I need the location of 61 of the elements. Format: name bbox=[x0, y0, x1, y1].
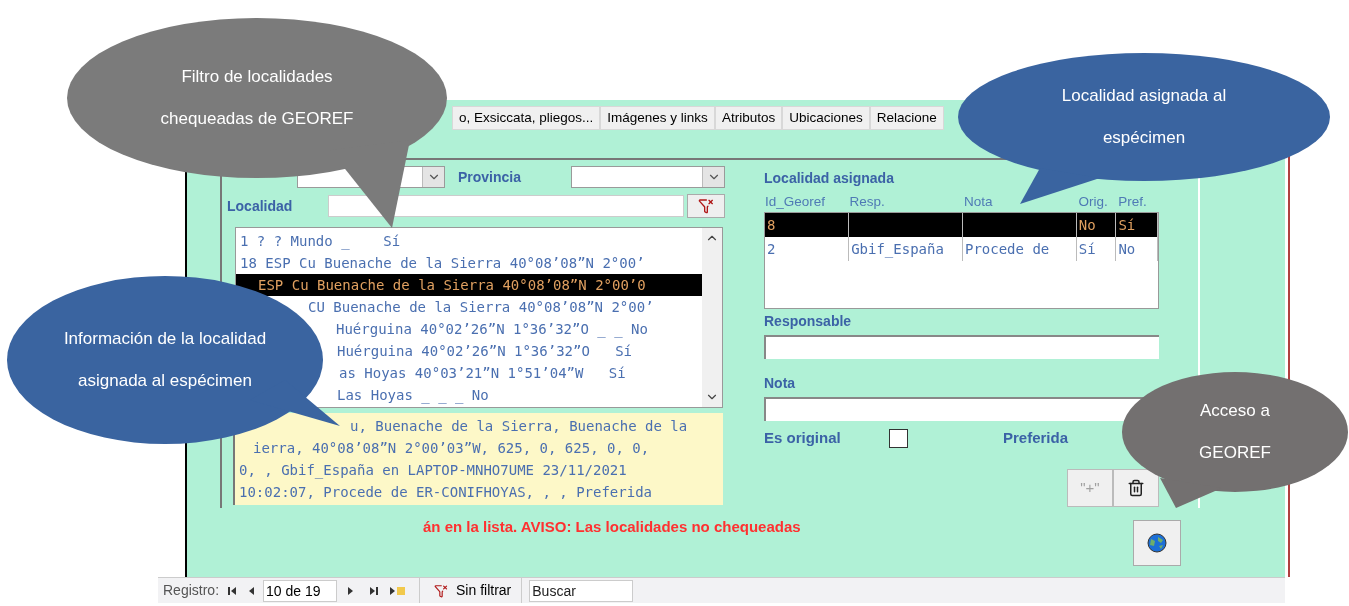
warning-text: án en la lista. AVISO: Las localidades no chequeadas bbox=[423, 517, 801, 537]
grid-cell: Sí bbox=[1116, 213, 1158, 238]
column-header: Id_Georef bbox=[764, 193, 827, 211]
globe-icon bbox=[1147, 533, 1167, 553]
dropdown-caret-icon bbox=[422, 167, 444, 187]
tab[interactable]: Relacione bbox=[869, 106, 944, 130]
callout-text: Acceso a GEOREF bbox=[1198, 400, 1272, 464]
column-header: Resp. bbox=[848, 193, 886, 211]
grid-cell: No bbox=[1076, 213, 1117, 238]
tab[interactable]: Ubicaciones bbox=[782, 106, 870, 130]
tab[interactable]: o, Exsiccata, pliegos... bbox=[452, 106, 601, 130]
filter-clear-icon bbox=[434, 583, 449, 598]
callout-text: Información de la localidad asignada al espécimen bbox=[62, 328, 268, 392]
previous-icon bbox=[247, 585, 256, 596]
record-label: Registro: bbox=[163, 581, 220, 600]
scrollbar[interactable] bbox=[702, 228, 722, 407]
grid-row[interactable]: 2 Gbif_España Procede de Sí No bbox=[765, 237, 1158, 262]
filter-clear-icon bbox=[698, 198, 714, 214]
grid-cell: No bbox=[1116, 237, 1158, 262]
info-line: u, Buenache de la Sierra, Buenache de la bbox=[349, 417, 689, 436]
preferred-label: Preferida bbox=[1003, 428, 1069, 448]
responsable-label: Responsable bbox=[764, 312, 853, 332]
first-icon bbox=[227, 585, 238, 596]
locality-list-item[interactable]: ESP Cu Buenache de la Sierra 40°08’08”N 2°00’0 bbox=[236, 274, 702, 296]
callout-text: Filtro de localidades chequeadas de GEOREF bbox=[159, 66, 355, 130]
delete-button[interactable] bbox=[1113, 469, 1159, 508]
info-line: ierra, 40°08’08”N 2°00’03”W, 625, 0, 625, 0, 0, bbox=[252, 439, 651, 458]
column-header: Nota bbox=[963, 193, 994, 211]
original-checkbox[interactable] bbox=[889, 428, 908, 448]
locality-input[interactable] bbox=[328, 195, 684, 217]
note-label: Nota bbox=[764, 374, 797, 394]
record-field[interactable]: 10 de 19 bbox=[263, 579, 338, 602]
clear-filter-button[interactable] bbox=[687, 194, 725, 218]
grid-cell: 2 bbox=[765, 237, 850, 262]
grid-cell: Sí bbox=[1076, 237, 1117, 262]
column-header: Pref. bbox=[1117, 193, 1148, 211]
locality-list-item[interactable]: 18 ESP Cu Buenache de la Sierra 40°08’08”N 2°00’ bbox=[236, 252, 702, 274]
new-record-icon bbox=[389, 585, 408, 596]
dropdown-field[interactable] bbox=[571, 166, 725, 188]
locality-list-item[interactable]: 1 ? ? Mundo _ Sí bbox=[236, 230, 702, 252]
province-label: Provincia bbox=[458, 167, 523, 187]
info-line: 0, , Gbif_España en LAPTOP-MNHO7UME 23/11/2021 bbox=[238, 461, 628, 481]
grid-cell: 8 bbox=[765, 213, 850, 238]
callout-text: Localidad asignada al espécimen bbox=[1060, 85, 1228, 149]
grid-cell: Gbif_España bbox=[849, 237, 963, 262]
column-header: Orig. bbox=[1077, 193, 1109, 211]
tab[interactable]: Imágenes y links bbox=[600, 106, 715, 130]
tab[interactable]: Atributos bbox=[714, 106, 783, 130]
original-label: Es original bbox=[764, 428, 842, 448]
locality-label: Localidad bbox=[226, 196, 294, 216]
search-field[interactable]: Buscar bbox=[529, 579, 634, 602]
grid-cell: Procede de bbox=[962, 237, 1077, 262]
grid-row[interactable]: 8 No Sí bbox=[765, 213, 1158, 238]
filter-toggle[interactable]: Sin filtrar bbox=[434, 580, 512, 601]
dropdown-caret-icon bbox=[702, 167, 724, 187]
responsable-input[interactable] bbox=[764, 335, 1159, 360]
section-title: Localidad asignada bbox=[764, 169, 895, 188]
info-line: 10:02:07, Procede de ER-CONIFHOYAS, , , Preferida bbox=[238, 483, 653, 502]
georef-button[interactable] bbox=[1133, 520, 1181, 566]
trash-icon bbox=[1127, 479, 1145, 498]
last-icon bbox=[369, 585, 380, 596]
